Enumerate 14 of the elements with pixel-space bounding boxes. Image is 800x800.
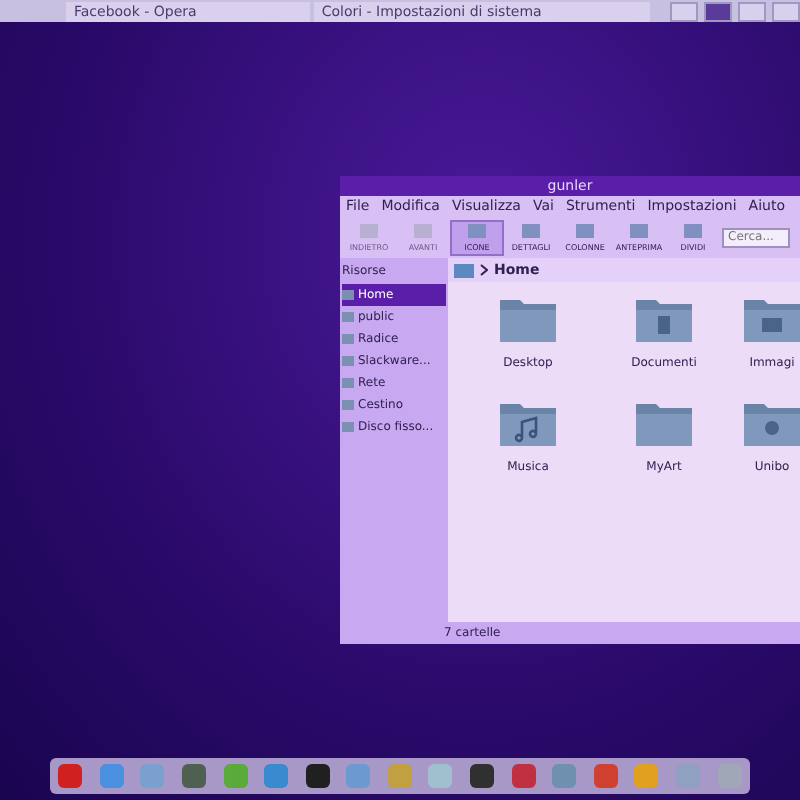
folder-icon	[634, 398, 694, 446]
folder-icon	[742, 398, 800, 446]
workspace-switcher[interactable]	[670, 1, 698, 21]
folder-icon	[742, 294, 800, 342]
folder-icon	[454, 262, 474, 278]
folder-icon	[498, 294, 558, 342]
folder-icon	[498, 398, 558, 446]
workspace-switcher[interactable]	[704, 1, 732, 21]
chevron-icon	[480, 264, 488, 276]
app-icon[interactable]	[303, 762, 332, 790]
folder-icon	[634, 294, 694, 342]
app-icon[interactable]	[468, 762, 497, 790]
workspace-switcher[interactable]	[772, 1, 800, 21]
workspace-switcher[interactable]	[738, 1, 766, 21]
